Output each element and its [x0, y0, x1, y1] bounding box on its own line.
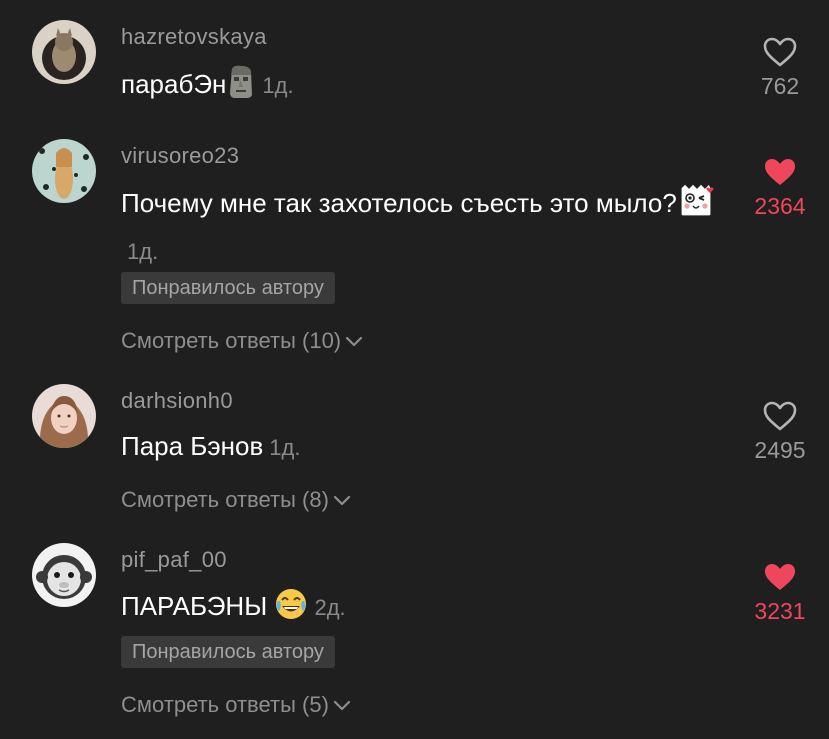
view-replies-link[interactable]: Смотреть ответы (5): [121, 692, 351, 718]
like-count: 3231: [754, 598, 806, 624]
view-replies-label: Смотреть ответы (10): [121, 328, 342, 353]
comment-text: Почему мне так захотелось съесть это мыл…: [121, 180, 721, 272]
heart-filled-icon[interactable]: [763, 562, 797, 592]
like-count: 762: [760, 73, 800, 99]
comment-time: 1д.: [262, 73, 294, 98]
comment-body: ПАРАБЭНЫ: [121, 591, 268, 621]
comment-body: Почему мне так захотелось съесть это мыл…: [121, 188, 677, 218]
liked-by-author-badge: Понравилось автору: [121, 272, 335, 304]
joy-emoji: [274, 587, 308, 633]
liked-by-author-badge: Понравилось автору: [121, 636, 335, 668]
comment-time: 1д.: [269, 435, 301, 460]
avatar[interactable]: [32, 20, 96, 84]
view-replies-label: Смотреть ответы (8): [121, 487, 329, 512]
avatar[interactable]: [32, 384, 96, 448]
avatar[interactable]: [32, 139, 96, 203]
heart-filled-icon[interactable]: [763, 157, 797, 187]
heart-outline-icon[interactable]: [763, 37, 797, 67]
moai-emoji: [226, 65, 256, 111]
comment-text: Пара Бэнов 1д.: [121, 426, 721, 468]
chevron-down-icon: [333, 495, 351, 506]
like-control[interactable]: 762: [730, 37, 829, 100]
comment-username[interactable]: pif_paf_00: [121, 547, 227, 573]
view-replies-link[interactable]: Смотреть ответы (10): [121, 328, 363, 354]
chevron-down-icon: [333, 700, 351, 711]
chevron-down-icon: [346, 336, 363, 347]
heart-outline-icon[interactable]: [763, 401, 797, 431]
sticker-emoji: [677, 180, 715, 230]
comment-body: Пара Бэнов: [121, 431, 264, 461]
comment-username[interactable]: hazretovskaya: [121, 24, 267, 50]
avatar[interactable]: [32, 543, 96, 607]
view-replies-label: Смотреть ответы (5): [121, 692, 329, 717]
view-replies-link[interactable]: Смотреть ответы (8): [121, 487, 351, 513]
comment-username[interactable]: virusoreo23: [121, 143, 239, 169]
like-control[interactable]: 2364: [730, 157, 829, 220]
like-control[interactable]: 3231: [730, 562, 829, 625]
like-count: 2364: [754, 193, 806, 219]
comment-text: парабЭн 1д.: [121, 64, 721, 111]
comment-time: 1д.: [127, 239, 159, 264]
comment-time: 2д.: [314, 595, 346, 620]
comment-text: ПАРАБЭНЫ 2д.: [121, 586, 721, 633]
like-count: 2495: [754, 437, 806, 463]
like-control[interactable]: 2495: [730, 401, 829, 464]
comment-username[interactable]: darhsionh0: [121, 388, 233, 414]
comment-body: парабЭн: [121, 69, 227, 99]
